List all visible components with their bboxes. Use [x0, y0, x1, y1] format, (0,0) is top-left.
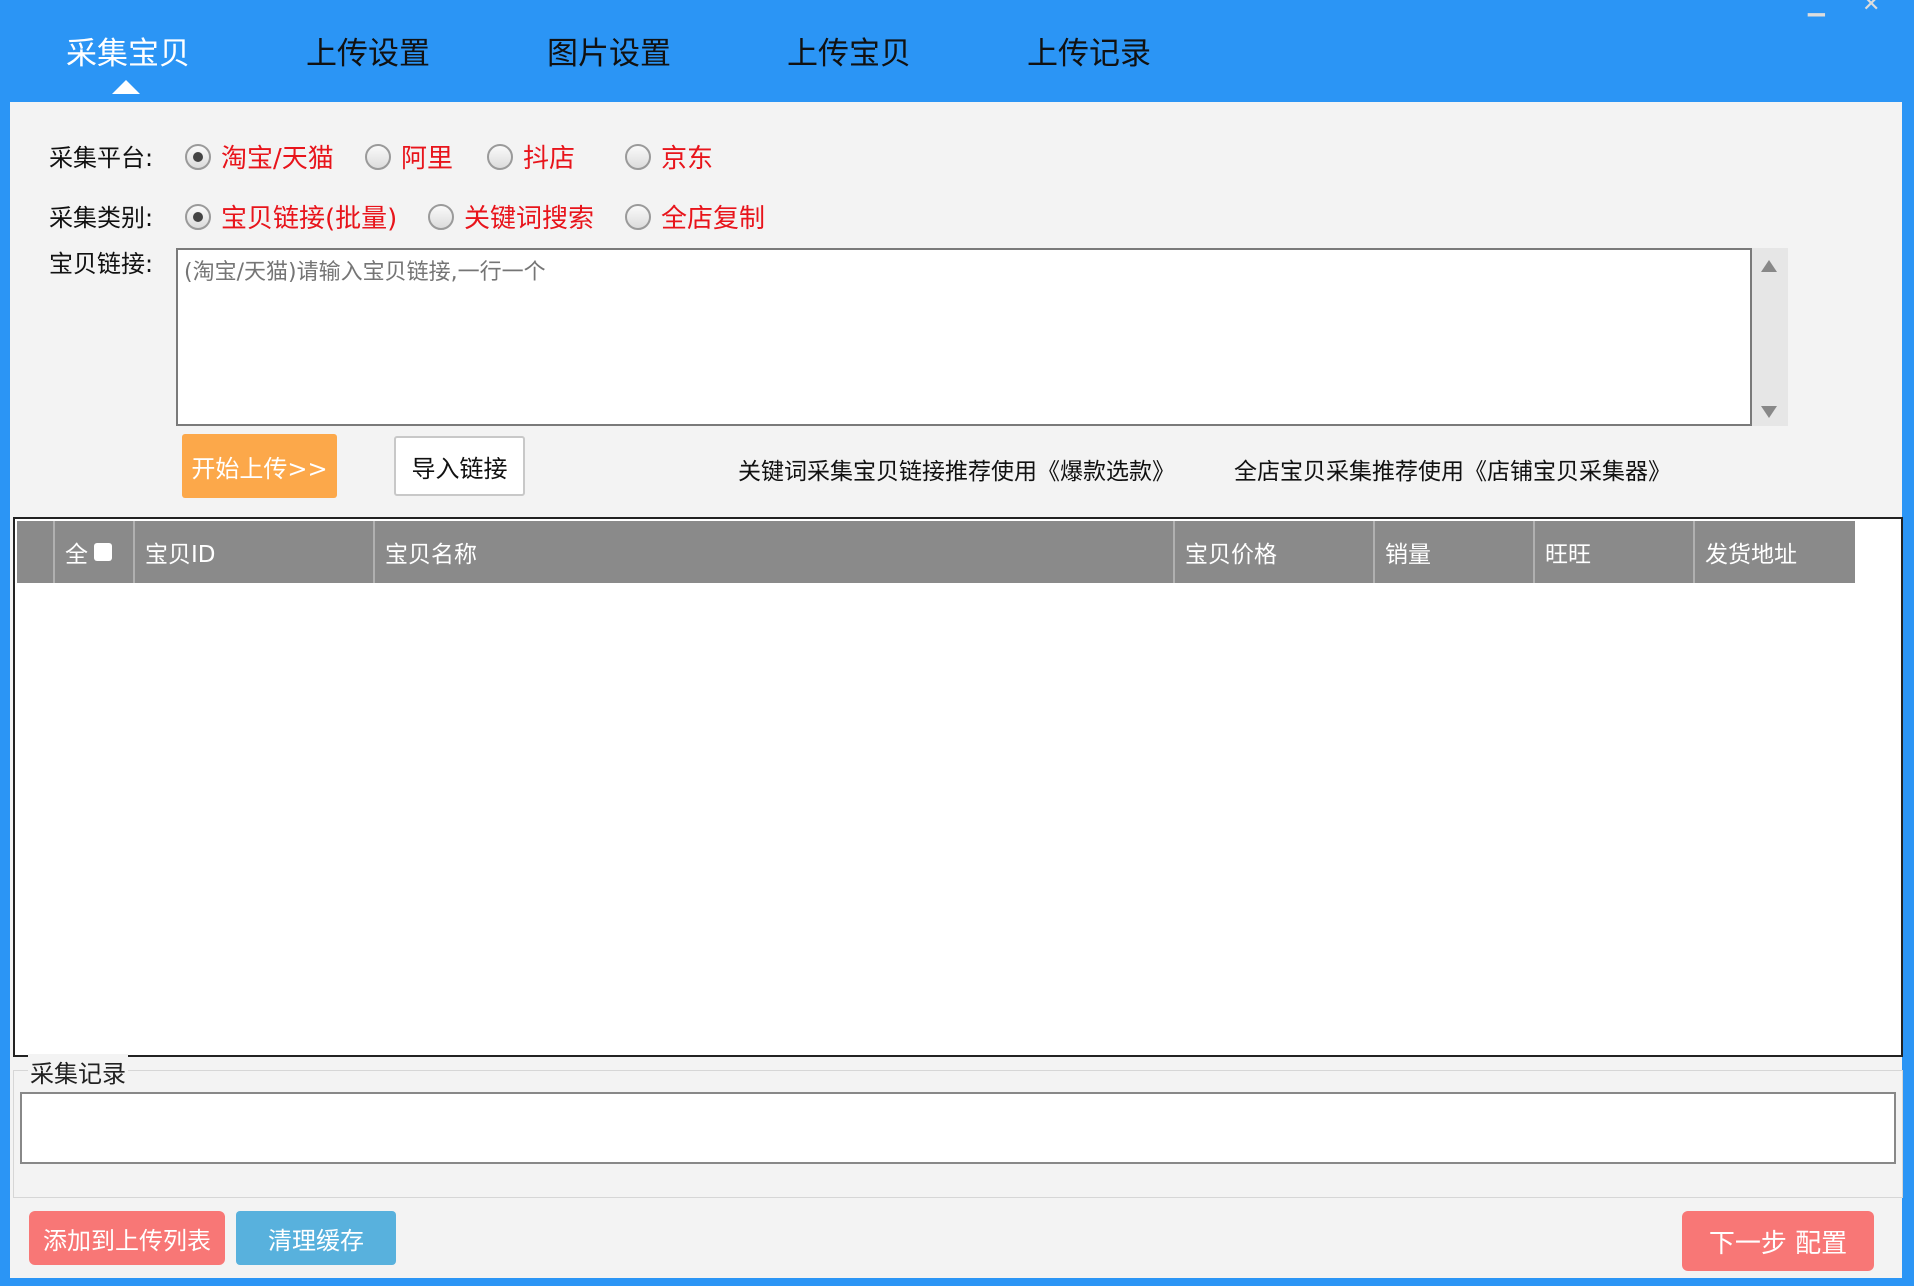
items-table: 全 宝贝ID 宝贝名称 宝贝价格 销量 旺旺 发货地址 [13, 517, 1903, 1057]
next-step-config-button[interactable]: 下一步 配置 [1682, 1211, 1874, 1271]
close-icon[interactable]: ✕ [1862, 0, 1880, 17]
radio-label: 全店复制 [661, 204, 766, 234]
row-indicator-header [17, 521, 55, 583]
radio-checked-icon [185, 203, 211, 230]
tab-upload-items[interactable]: 上传宝贝 [787, 28, 911, 78]
radio-unchecked-icon [428, 203, 454, 230]
tip-hot-items-link[interactable]: 关键词采集宝贝链接推荐使用《爆款选款》 [738, 452, 1175, 486]
column-header-item-id[interactable]: 宝贝ID [135, 521, 375, 583]
import-links-button[interactable]: 导入链接 [394, 436, 525, 496]
column-header-price[interactable]: 宝贝价格 [1175, 521, 1375, 583]
main-panel: 采集平台: 淘宝/天猫 阿里 抖店 京东 采集类别: 宝贝链接(批量) 关键词搜… [10, 102, 1903, 1278]
radio-unchecked-icon [625, 143, 651, 170]
tip-shop-collector-link[interactable]: 全店宝贝采集推荐使用《店铺宝贝采集器》 [1234, 452, 1671, 486]
table-header: 全 宝贝ID 宝贝名称 宝贝价格 销量 旺旺 发货地址 [17, 521, 1855, 583]
add-to-upload-list-button[interactable]: 添加到上传列表 [29, 1211, 225, 1265]
radio-platform-ali[interactable]: 阿里 [365, 138, 453, 175]
column-header-item-name[interactable]: 宝贝名称 [375, 521, 1175, 583]
radio-unchecked-icon [487, 143, 513, 170]
radio-unchecked-icon [365, 143, 391, 170]
tab-collect[interactable]: 采集宝贝 [66, 28, 190, 78]
column-header-ship-address[interactable]: 发货地址 [1695, 521, 1855, 583]
radio-label: 抖店 [523, 144, 576, 174]
radio-label: 京东 [661, 144, 714, 174]
links-textarea[interactable] [176, 248, 1752, 426]
column-header-sales[interactable]: 销量 [1375, 521, 1535, 583]
radio-label: 宝贝链接(批量) [221, 204, 398, 234]
links-scrollbar[interactable] [1752, 248, 1788, 426]
platform-label: 采集平台: [49, 144, 154, 172]
radio-platform-taobao[interactable]: 淘宝/天猫 [185, 138, 334, 175]
radio-checked-icon [185, 143, 211, 170]
scroll-up-icon[interactable] [1761, 260, 1777, 272]
select-all-label: 全 [65, 542, 88, 568]
clear-cache-button[interactable]: 清理缓存 [236, 1211, 396, 1265]
column-header-wangwang[interactable]: 旺旺 [1535, 521, 1695, 583]
links-label: 宝贝链接: [49, 250, 154, 278]
radio-label: 淘宝/天猫 [221, 144, 334, 174]
record-title: 采集记录 [28, 1054, 128, 1089]
radio-label: 关键词搜索 [464, 204, 595, 234]
record-log-box[interactable] [20, 1092, 1896, 1164]
active-tab-caret-icon [112, 80, 140, 94]
top-tab-bar: 采集宝贝 上传设置 图片设置 上传宝贝 上传记录 ▁ ✕ [0, 0, 1914, 102]
select-all-checkbox-icon[interactable] [94, 543, 112, 561]
radio-category-links[interactable]: 宝贝链接(批量) [185, 198, 397, 235]
radio-category-shop-copy[interactable]: 全店复制 [625, 198, 765, 235]
tab-upload-records[interactable]: 上传记录 [1027, 28, 1151, 78]
radio-category-keyword[interactable]: 关键词搜索 [428, 198, 594, 235]
minimize-icon[interactable]: ▁ [1808, 0, 1825, 17]
tab-image-settings[interactable]: 图片设置 [547, 28, 671, 78]
radio-platform-douyin[interactable]: 抖店 [487, 138, 575, 175]
radio-label: 阿里 [401, 144, 454, 174]
scroll-down-icon[interactable] [1761, 406, 1777, 418]
start-upload-button[interactable]: 开始上传>> [182, 434, 337, 498]
select-all-header[interactable]: 全 [55, 521, 135, 583]
radio-platform-jd[interactable]: 京东 [625, 138, 713, 175]
radio-unchecked-icon [625, 203, 651, 230]
category-label: 采集类别: [49, 204, 154, 232]
tab-upload-settings[interactable]: 上传设置 [306, 28, 430, 78]
